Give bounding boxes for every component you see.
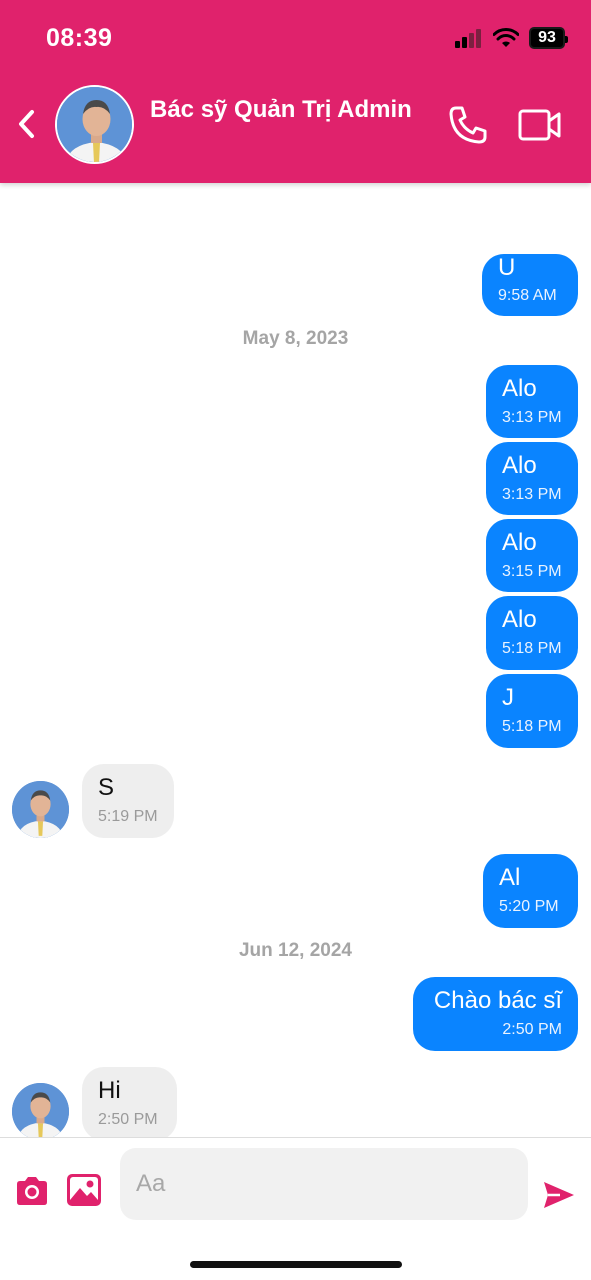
status-time: 08:39 bbox=[46, 24, 113, 52]
message-text: Al bbox=[499, 864, 521, 891]
image-button[interactable] bbox=[66, 1173, 102, 1207]
outgoing-message[interactable]: Alo 3:13 PM bbox=[486, 442, 578, 515]
message-composer bbox=[0, 1137, 591, 1280]
incoming-message[interactable]: Hi 2:50 PM bbox=[82, 1067, 177, 1138]
message-list[interactable]: U 9:58 AM May 8, 2023 Alo 3:13 PM Alo 3:… bbox=[0, 183, 591, 1138]
contact-avatar-small[interactable] bbox=[12, 1083, 69, 1138]
battery-level: 93 bbox=[538, 29, 556, 46]
contact-name[interactable]: Bác sỹ Quản Trị Admin bbox=[150, 96, 412, 124]
avatar-photo bbox=[12, 1083, 69, 1138]
home-indicator bbox=[190, 1261, 402, 1268]
contact-avatar[interactable] bbox=[55, 85, 134, 164]
outgoing-message[interactable]: Alo 5:18 PM bbox=[486, 596, 578, 670]
back-chevron-icon bbox=[19, 110, 34, 138]
video-call-button[interactable] bbox=[517, 105, 563, 145]
message-time: 3:15 PM bbox=[502, 563, 562, 580]
phone-icon bbox=[449, 106, 487, 144]
message-time: 2:50 PM bbox=[98, 1111, 158, 1128]
send-button[interactable] bbox=[542, 1180, 576, 1210]
cellular-signal-icon bbox=[455, 29, 481, 48]
message-text: Alo bbox=[502, 452, 537, 479]
image-icon bbox=[67, 1174, 101, 1206]
video-camera-icon bbox=[518, 109, 561, 141]
wifi-icon bbox=[493, 28, 519, 47]
back-button[interactable] bbox=[12, 106, 42, 142]
battery-indicator: 93 bbox=[529, 27, 568, 49]
message-time: 5:19 PM bbox=[98, 808, 158, 825]
message-time: 3:13 PM bbox=[502, 486, 562, 503]
message-text: S bbox=[98, 774, 115, 801]
camera-icon bbox=[17, 1177, 47, 1205]
message-text: Alo bbox=[502, 606, 537, 633]
message-time: 5:18 PM bbox=[502, 718, 562, 735]
incoming-message[interactable]: S 5:19 PM bbox=[82, 764, 174, 838]
outgoing-message[interactable]: J 5:18 PM bbox=[486, 674, 578, 748]
message-input[interactable] bbox=[120, 1148, 528, 1220]
avatar-photo bbox=[57, 87, 132, 162]
message-text: J bbox=[502, 684, 514, 711]
camera-button[interactable] bbox=[14, 1175, 50, 1207]
date-separator: May 8, 2023 bbox=[242, 328, 349, 349]
contact-avatar-small[interactable] bbox=[12, 781, 69, 838]
send-icon bbox=[544, 1182, 574, 1208]
outgoing-message[interactable]: Alo 3:15 PM bbox=[486, 519, 578, 592]
message-time: 3:13 PM bbox=[502, 409, 562, 426]
voice-call-button[interactable] bbox=[447, 104, 489, 146]
message-time: 5:20 PM bbox=[499, 898, 559, 915]
message-text: Chào bác sĩ bbox=[433, 987, 562, 1014]
message-text: Alo bbox=[502, 375, 537, 402]
avatar-photo bbox=[12, 781, 69, 838]
outgoing-message[interactable]: Alo 3:13 PM bbox=[486, 365, 578, 438]
message-text: Hi bbox=[98, 1077, 121, 1104]
message-time: 2:50 PM bbox=[502, 1021, 562, 1038]
date-separator: Jun 12, 2024 bbox=[238, 940, 353, 961]
message-text: U bbox=[498, 254, 516, 281]
outgoing-message[interactable]: U 9:58 AM bbox=[482, 254, 578, 316]
chat-header: 08:39 93 Bác sỹ Quản Trị Admin bbox=[0, 0, 591, 183]
outgoing-message[interactable]: Chào bác sĩ 2:50 PM bbox=[413, 977, 578, 1051]
message-time: 5:18 PM bbox=[502, 640, 562, 657]
status-icons: 93 bbox=[455, 26, 568, 50]
message-time: 9:58 AM bbox=[498, 287, 557, 304]
outgoing-message[interactable]: Al 5:20 PM bbox=[483, 854, 578, 928]
message-text: Alo bbox=[502, 529, 537, 556]
